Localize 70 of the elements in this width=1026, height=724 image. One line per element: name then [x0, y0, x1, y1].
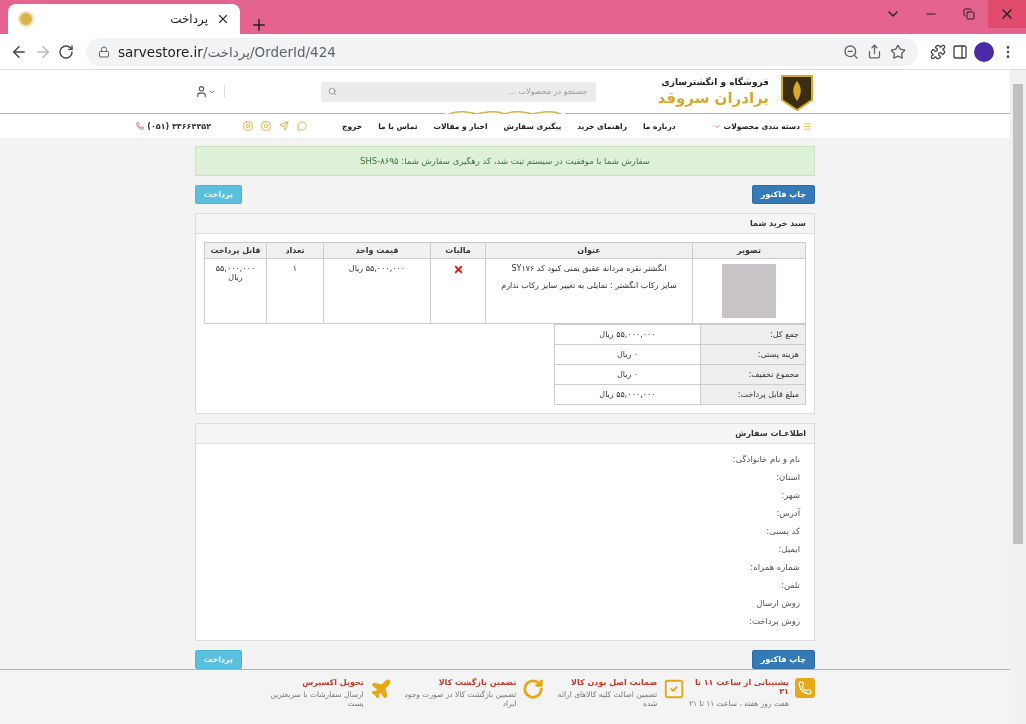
scrollbar[interactable]: [1010, 70, 1026, 724]
print-invoice-button[interactable]: چاپ فاکتور: [751, 650, 815, 670]
logo-title: برادران سروقد: [657, 88, 769, 107]
field-label: روش پرداخت:: [748, 616, 800, 629]
refresh-icon: [522, 678, 545, 701]
panel-title: اطلاعـات سفارش: [196, 424, 814, 445]
airplane-icon: [369, 678, 392, 701]
success-alert: سفارش شما با موفقیت در سیستم ثبت شد، کد رهگیری سفارش شما: SHS-۸۶۹۵: [195, 146, 815, 177]
tab-title: پرداخت: [169, 12, 208, 26]
column-header: تعداد: [266, 242, 324, 259]
close-icon[interactable]: [216, 12, 230, 26]
feature-title: پشتیبانی از ساعت ۱۱ تا ۲۱: [693, 678, 789, 697]
summary-label: مجموع تخفیف:: [700, 364, 806, 385]
field-label: روش ارسال: [755, 598, 800, 611]
field-label: شهر:: [780, 490, 800, 503]
field-label: تلفن:: [780, 580, 800, 593]
phone-icon: [136, 122, 145, 131]
side-panel-icon[interactable]: [952, 43, 968, 60]
summary-value: ۵۵,۰۰۰,۰۰۰ ریال: [554, 384, 701, 405]
browser-tab[interactable]: پرداخت: [8, 4, 240, 34]
field-label: نام و نام خانوادگی:: [731, 454, 800, 467]
scrollbar-thumb[interactable]: [1013, 84, 1023, 544]
field-label: ایمیل:: [777, 544, 800, 557]
star-icon[interactable]: [890, 43, 906, 60]
send-icon[interactable]: [279, 121, 290, 132]
summary-value: ۰ ریال: [554, 364, 701, 385]
table-cell: انگشتر نقره مردانه عقیق یمنی کبود کد SY۱۷۶ سایز رکاب انگشتر : تمایلی به تغییر سایز رکاب ندارم: [485, 258, 693, 324]
phone-number: (۰۵۱) ۳۳۶۶۴۴۵۲: [147, 121, 212, 131]
column-header: مالیات: [430, 242, 486, 259]
summary-value: ۰ ریال: [554, 344, 701, 365]
instagram-icon[interactable]: [261, 121, 272, 132]
checkbox-icon: [663, 678, 686, 701]
table-cell: ۵۵,۰۰۰,۰۰۰ ریال: [323, 258, 431, 324]
feature-title: تضمین بازگشت کالا: [437, 678, 517, 688]
phone-icon: [795, 678, 815, 699]
user-icon: [195, 85, 208, 99]
field-label: استان:: [775, 472, 800, 485]
site-favicon: [18, 11, 34, 27]
table-cell: ۵۵,۰۰۰,۰۰۰ ریال: [204, 258, 267, 324]
user-menu-button[interactable]: [195, 85, 225, 99]
field-label: شماره همراه:: [749, 562, 800, 575]
column-header: عنوان: [485, 242, 693, 259]
instagram-icon[interactable]: [243, 121, 254, 132]
panel-title: سبد خرید شما: [196, 214, 814, 235]
field-label: کد پستی:: [765, 526, 800, 539]
puzzle-icon[interactable]: [930, 43, 946, 60]
photo-placeholder: [722, 264, 776, 319]
reload-icon[interactable]: [58, 43, 74, 60]
feature-title: تحویل اکسپرس: [301, 678, 364, 688]
summary-value: ۵۵,۰۰۰,۰۰۰ ریال: [554, 324, 701, 345]
column-header: تصویر: [692, 242, 806, 259]
summary-label: هزینه پستی:: [700, 344, 806, 365]
caret-icon: [713, 122, 721, 130]
field-label: آدرس:: [775, 508, 800, 521]
logo-subtitle: فروشگاه و انگشترسازی: [660, 76, 769, 87]
menu-icon: [803, 121, 812, 131]
search-icon[interactable]: [327, 86, 337, 96]
print-invoice-button[interactable]: چاپ فاکتور: [751, 185, 815, 205]
profile-avatar[interactable]: [974, 41, 994, 62]
lock-icon: [98, 45, 110, 58]
share-icon[interactable]: [867, 44, 882, 59]
zoom-out-icon[interactable]: [843, 43, 859, 60]
table-cell: ۱: [266, 258, 324, 324]
column-header: قابل پرداخت: [204, 242, 267, 259]
summary-label: جمع کل:: [700, 324, 806, 345]
feature-title: ضمانت اصل بودن کالا: [570, 678, 658, 688]
summary-label: مبلغ قابل پرداخت:: [700, 384, 806, 405]
column-header: قیمت واحد: [323, 242, 431, 259]
new-tab-icon[interactable]: [250, 16, 268, 34]
search-field[interactable]: جستجو در محصولات ...: [320, 81, 596, 102]
